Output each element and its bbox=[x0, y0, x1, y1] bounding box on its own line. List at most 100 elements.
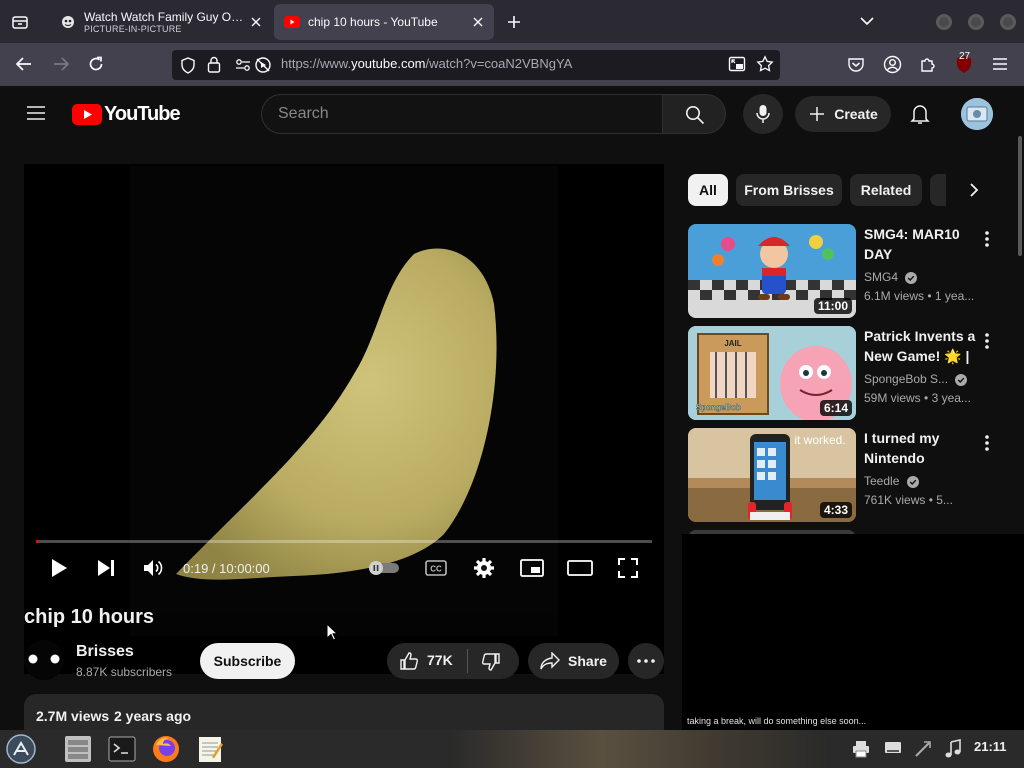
permissions-icon[interactable] bbox=[234, 57, 252, 73]
related-thumbnail[interactable]: it worked. 4:33 bbox=[688, 428, 856, 522]
url-text[interactable]: https://www.youtube.com/watch?v=coaN2VBN… bbox=[281, 56, 572, 71]
terminal-icon[interactable] bbox=[106, 733, 138, 765]
tab-youtube[interactable]: chip 10 hours - YouTube bbox=[274, 4, 494, 40]
back-arrow-icon[interactable] bbox=[15, 56, 33, 72]
verified-badge-icon bbox=[905, 271, 918, 284]
youtube-logo[interactable]: YouTube bbox=[72, 103, 181, 126]
minimize-button[interactable] bbox=[935, 13, 953, 31]
related-title[interactable]: Patrick Invents a New Game! 🌟 | ... bbox=[864, 326, 976, 366]
tab-title: chip 10 hours - YouTube bbox=[308, 15, 438, 29]
filter-chip-partial[interactable] bbox=[930, 174, 946, 206]
filter-chip-from-brisses[interactable]: From Brisses bbox=[736, 174, 842, 206]
filter-chip-related[interactable]: Related bbox=[850, 174, 922, 206]
pocket-icon[interactable] bbox=[847, 56, 865, 73]
dislike-thumb-icon[interactable] bbox=[481, 652, 501, 672]
like-divider bbox=[467, 649, 468, 673]
tab-close-icon[interactable] bbox=[472, 16, 484, 28]
subscribe-button[interactable]: Subscribe bbox=[200, 643, 295, 679]
more-vertical-icon[interactable] bbox=[984, 434, 992, 452]
page-scrollbar[interactable] bbox=[1018, 136, 1022, 256]
printer-icon[interactable] bbox=[852, 740, 870, 758]
extensions-puzzle-icon[interactable] bbox=[919, 55, 937, 73]
bookmark-star-icon[interactable] bbox=[756, 55, 774, 73]
avatar[interactable] bbox=[961, 98, 993, 130]
autoplay-blocked-icon[interactable] bbox=[254, 56, 272, 74]
progress-fill bbox=[36, 540, 38, 543]
subscriber-count: 8.87K subscribers bbox=[76, 665, 173, 679]
channel-name[interactable]: Brisses bbox=[76, 643, 134, 661]
spongebob-logo: SpongeBob bbox=[696, 403, 741, 412]
reload-icon[interactable] bbox=[87, 55, 105, 73]
like-thumb-icon[interactable] bbox=[399, 651, 419, 671]
channel-avatar[interactable] bbox=[24, 640, 64, 680]
microphone-icon bbox=[756, 104, 770, 124]
voice-search-button[interactable] bbox=[743, 94, 783, 134]
youtube-logo-text: YouTube bbox=[104, 103, 181, 125]
create-button[interactable]: Create bbox=[795, 96, 891, 132]
related-views: 59M views bbox=[864, 391, 921, 405]
forward-arrow-icon[interactable] bbox=[52, 56, 70, 72]
related-title[interactable]: SMG4: MAR10 DAY bbox=[864, 224, 976, 264]
chevron-right-icon[interactable] bbox=[969, 183, 979, 197]
tab-list-icon[interactable] bbox=[11, 13, 29, 31]
tab-close-icon[interactable] bbox=[250, 16, 262, 28]
search-button[interactable] bbox=[662, 94, 726, 134]
related-title[interactable]: I turned my Nintendo Switc... bbox=[864, 428, 976, 468]
start-menu-icon[interactable] bbox=[6, 734, 36, 764]
settings-gear-icon[interactable] bbox=[473, 557, 495, 579]
text-editor-icon[interactable] bbox=[194, 733, 226, 765]
create-label: Create bbox=[834, 106, 878, 122]
related-thumbnail[interactable]: JAIL SpongeBob 6:14 bbox=[688, 326, 856, 420]
network-icon[interactable] bbox=[914, 740, 932, 758]
list-all-tabs-icon[interactable] bbox=[860, 16, 874, 26]
guide-menu-icon[interactable] bbox=[26, 105, 46, 121]
search-input[interactable]: Search bbox=[261, 94, 663, 134]
firefox-icon[interactable] bbox=[150, 733, 182, 765]
maximize-button[interactable] bbox=[967, 13, 985, 31]
theater-mode-icon[interactable] bbox=[567, 560, 593, 576]
lock-icon[interactable] bbox=[207, 56, 221, 73]
progress-bar[interactable] bbox=[36, 540, 652, 543]
search-placeholder: Search bbox=[278, 105, 329, 122]
tab-subtitle: PICTURE-IN-PICTURE bbox=[84, 24, 182, 34]
video-player[interactable]: 0:19 / 10:00:00 CC bbox=[24, 164, 664, 674]
youtube-page: YouTube Search Create 0:19 / 10:00:00 CC… bbox=[0, 86, 1024, 730]
notifications-bell-icon[interactable] bbox=[910, 103, 930, 125]
subtitles-cc-icon[interactable]: CC bbox=[425, 560, 447, 576]
clock[interactable]: 21:11 bbox=[974, 739, 1007, 754]
file-manager-icon[interactable] bbox=[62, 733, 94, 765]
youtube-logo-icon bbox=[72, 104, 102, 125]
more-vertical-icon[interactable] bbox=[984, 332, 992, 350]
related-channel-name: SpongeBob S... bbox=[864, 372, 949, 386]
related-stats: 761K views • 5... bbox=[864, 493, 953, 507]
next-video-icon[interactable] bbox=[96, 559, 116, 577]
svg-text:CC: CC bbox=[430, 565, 442, 574]
account-icon[interactable] bbox=[883, 55, 902, 74]
autoplay-toggle[interactable] bbox=[367, 560, 401, 576]
volume-icon[interactable] bbox=[143, 558, 165, 578]
related-views: 6.1M views bbox=[864, 289, 925, 303]
display-icon[interactable] bbox=[884, 741, 902, 757]
like-count[interactable]: 77K bbox=[427, 652, 453, 668]
video-frame bbox=[24, 164, 664, 674]
related-channel-name: SMG4 bbox=[864, 270, 899, 284]
description-box[interactable]: 2.7M views 2 years ago bbox=[24, 694, 664, 730]
thumbnail-caption: it worked. bbox=[794, 433, 845, 447]
hamburger-menu-icon[interactable] bbox=[992, 57, 1008, 71]
more-actions-button[interactable] bbox=[628, 643, 664, 679]
share-button[interactable]: Share bbox=[528, 643, 619, 679]
music-note-icon[interactable] bbox=[944, 739, 962, 759]
miniplayer-icon[interactable] bbox=[520, 559, 544, 577]
tab-family-guy[interactable]: Watch Watch Family Guy Onlin PICTURE-IN-… bbox=[50, 4, 270, 40]
related-thumbnail[interactable]: 11:00 bbox=[688, 224, 856, 318]
play-icon[interactable] bbox=[50, 558, 68, 578]
fullscreen-icon[interactable] bbox=[618, 558, 638, 578]
new-tab-icon[interactable] bbox=[506, 14, 522, 30]
close-window-button[interactable] bbox=[999, 13, 1017, 31]
time-display: 0:19 / 10:00:00 bbox=[183, 561, 270, 576]
filter-chip-all[interactable]: All bbox=[688, 174, 728, 206]
picture-in-picture-icon[interactable] bbox=[728, 56, 746, 73]
tracking-protection-shield-icon[interactable] bbox=[180, 57, 196, 74]
picture-in-picture-window[interactable]: taking a break, will do something else s… bbox=[682, 534, 1024, 730]
more-vertical-icon[interactable] bbox=[984, 230, 992, 248]
